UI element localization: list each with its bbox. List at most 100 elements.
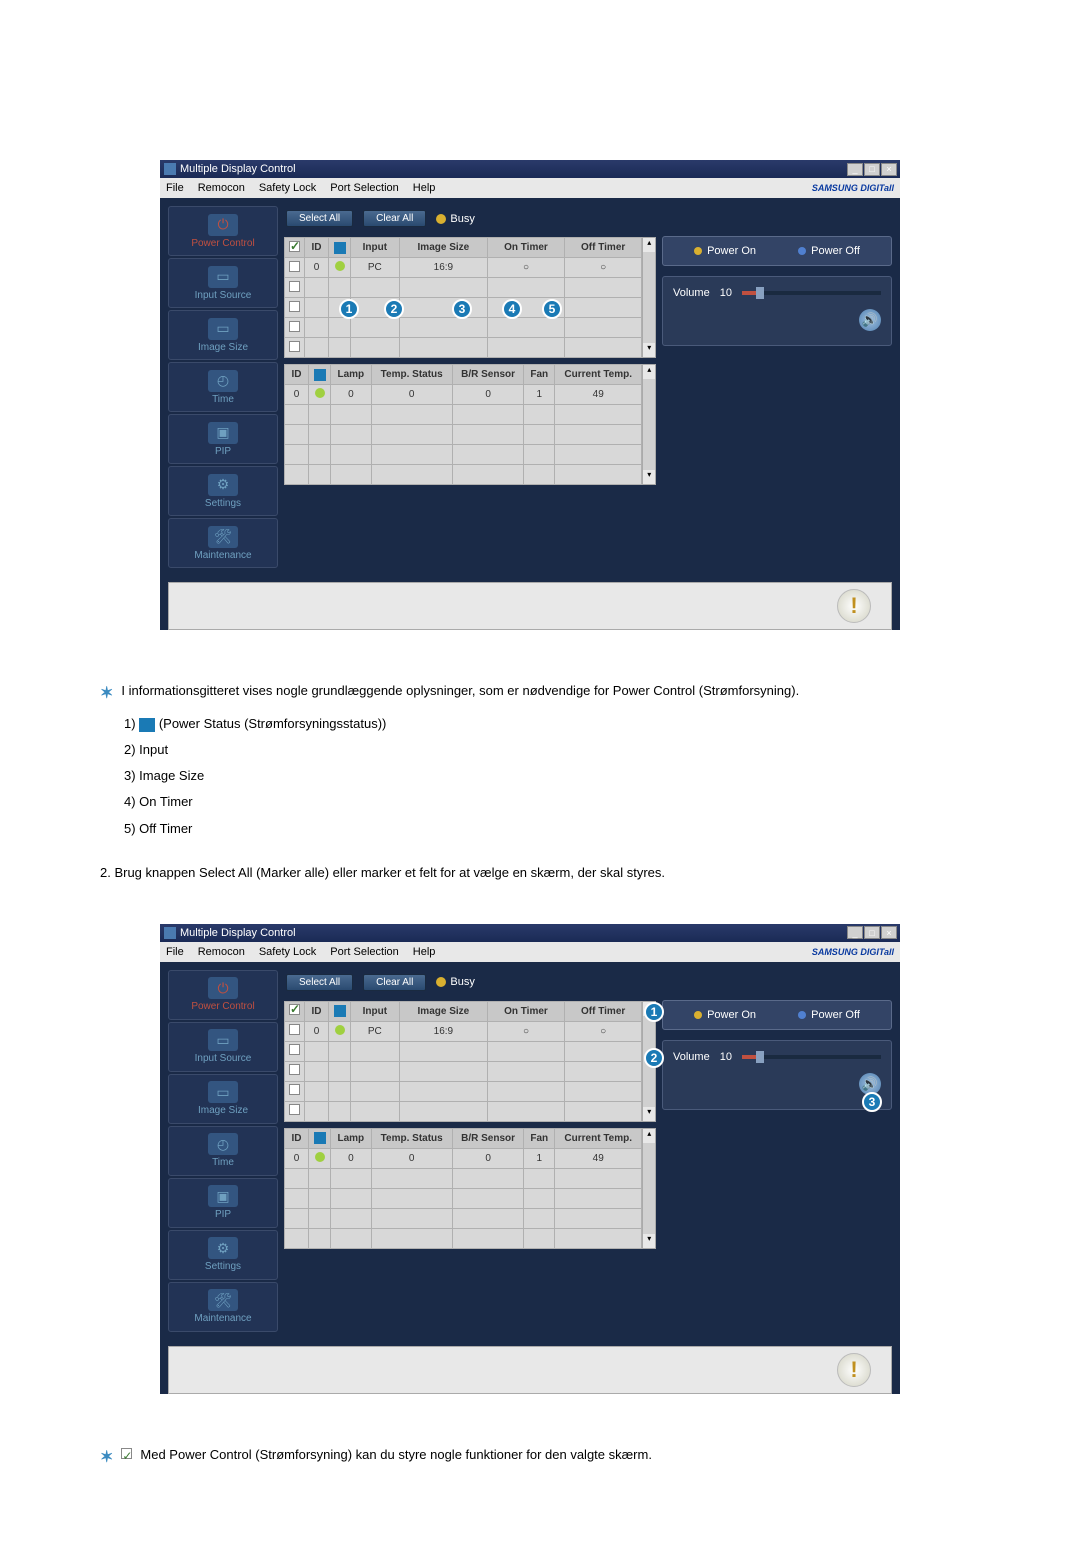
- menu-file[interactable]: File: [166, 946, 184, 958]
- power-status-icon: [139, 718, 155, 732]
- sidebar-item-label: Maintenance: [194, 550, 251, 561]
- close-icon[interactable]: ×: [881, 926, 897, 939]
- app-window: Multiple Display Control _ □ × File Remo…: [160, 160, 900, 630]
- power-status-dot: [335, 1025, 345, 1035]
- busy-label: Busy: [450, 976, 474, 988]
- table-row[interactable]: [285, 1061, 642, 1081]
- sidebar-item-settings[interactable]: ⚙Settings: [168, 1230, 278, 1280]
- table-row[interactable]: [285, 338, 642, 358]
- volume-slider[interactable]: [742, 1055, 881, 1059]
- sidebar-item-input-source[interactable]: ▭Input Source: [168, 1022, 278, 1072]
- gear-icon: ⚙: [208, 1237, 238, 1259]
- scrollbar[interactable]: ▴▾: [642, 237, 656, 358]
- col-temp-status: Temp. Status: [371, 365, 452, 385]
- table-row[interactable]: [285, 1101, 642, 1121]
- col-current-temp: Current Temp.: [555, 365, 642, 385]
- sidebar-item-time[interactable]: ◴Time: [168, 1126, 278, 1176]
- table-row[interactable]: [285, 1228, 642, 1248]
- menu-port-selection[interactable]: Port Selection: [330, 946, 398, 958]
- row-checkbox[interactable]: [289, 261, 300, 272]
- col-id: ID: [305, 238, 329, 258]
- sidebar-item-pip[interactable]: ▣PIP: [168, 1178, 278, 1228]
- window-title: Multiple Display Control: [180, 163, 847, 175]
- close-icon[interactable]: ×: [881, 163, 897, 176]
- callout-badge-2: 2: [384, 299, 404, 319]
- menu-help[interactable]: Help: [413, 182, 436, 194]
- menu-remocon[interactable]: Remocon: [198, 182, 245, 194]
- sidebar-item-settings[interactable]: ⚙Settings: [168, 466, 278, 516]
- power-on-button[interactable]: Power On: [694, 1009, 756, 1021]
- busy-label: Busy: [450, 213, 474, 225]
- power-status-dot: [315, 388, 325, 398]
- menu-bar: File Remocon Safety Lock Port Selection …: [160, 942, 900, 962]
- col-image-size: Image Size: [399, 238, 487, 258]
- sidebar-item-image-size[interactable]: ▭Image Size: [168, 310, 278, 360]
- maximize-icon[interactable]: □: [864, 163, 880, 176]
- pip-icon: ▣: [208, 422, 238, 444]
- power-on-dot-icon: [694, 1011, 702, 1019]
- row-checkbox[interactable]: [289, 1024, 300, 1035]
- sidebar-item-power-control[interactable]: ⏻Power Control: [168, 970, 278, 1020]
- table-row[interactable]: [285, 318, 642, 338]
- sidebar-item-time[interactable]: ◴Time: [168, 362, 278, 412]
- maximize-icon[interactable]: □: [864, 926, 880, 939]
- menu-help[interactable]: Help: [413, 946, 436, 958]
- table-row[interactable]: [285, 425, 642, 445]
- select-all-button[interactable]: Select All: [286, 210, 353, 227]
- table-row[interactable]: [285, 1168, 642, 1188]
- clear-all-button[interactable]: Clear All: [363, 210, 426, 227]
- col-checkbox[interactable]: [285, 238, 305, 258]
- table-row[interactable]: 0 PC 16:9 ○ ○: [285, 1021, 642, 1041]
- volume-slider[interactable]: [742, 291, 881, 295]
- menu-port-selection[interactable]: Port Selection: [330, 182, 398, 194]
- power-off-button[interactable]: Power Off: [798, 1009, 860, 1021]
- clear-all-button[interactable]: Clear All: [363, 974, 426, 991]
- volume-box: Volume 10 🔊: [662, 1040, 892, 1110]
- minimize-icon[interactable]: _: [847, 163, 863, 176]
- power-box: Power On Power Off: [662, 1000, 892, 1030]
- callout-badge-2: 2: [644, 1048, 664, 1068]
- table-row[interactable]: [285, 445, 642, 465]
- col-lamp: Lamp: [331, 365, 372, 385]
- speaker-icon[interactable]: 🔊: [859, 309, 881, 331]
- table-row[interactable]: [285, 1188, 642, 1208]
- busy-dot-icon: [436, 214, 446, 224]
- scrollbar[interactable]: ▴▾: [642, 1128, 656, 1249]
- sidebar-item-maintenance[interactable]: 🛠Maintenance: [168, 518, 278, 568]
- minimize-icon[interactable]: _: [847, 926, 863, 939]
- power-on-dot-icon: [694, 247, 702, 255]
- table-row[interactable]: [285, 1208, 642, 1228]
- sidebar-item-power-control[interactable]: ⏻Power Control: [168, 206, 278, 256]
- volume-box: Volume 10 🔊: [662, 276, 892, 346]
- table-row[interactable]: [285, 278, 642, 298]
- power-status-dot: [335, 261, 345, 271]
- table-row[interactable]: [285, 1081, 642, 1101]
- app-icon: [164, 927, 176, 939]
- info-icon: !: [837, 1353, 871, 1387]
- table-row[interactable]: 0 0 0 0 1 49: [285, 1148, 642, 1168]
- select-all-button[interactable]: Select All: [286, 974, 353, 991]
- menu-remocon[interactable]: Remocon: [198, 946, 245, 958]
- power-on-button[interactable]: Power On: [694, 245, 756, 257]
- screenshot-1: Multiple Display Control _ □ × File Remo…: [160, 160, 920, 630]
- sidebar-item-image-size[interactable]: ▭Image Size: [168, 1074, 278, 1124]
- power-icon: ⏻: [208, 214, 238, 236]
- menu-safety-lock[interactable]: Safety Lock: [259, 182, 316, 194]
- sidebar-item-maintenance[interactable]: 🛠Maintenance: [168, 1282, 278, 1332]
- scrollbar[interactable]: ▴▾: [642, 364, 656, 485]
- menu-safety-lock[interactable]: Safety Lock: [259, 946, 316, 958]
- volume-label: Volume: [673, 1051, 710, 1063]
- image-size-icon: ▭: [208, 1081, 238, 1103]
- sidebar-item-input-source[interactable]: ▭Input Source: [168, 258, 278, 308]
- power-off-button[interactable]: Power Off: [798, 245, 860, 257]
- table-row[interactable]: [285, 1041, 642, 1061]
- table-row[interactable]: [285, 405, 642, 425]
- col-id: ID: [285, 365, 309, 385]
- sidebar-item-pip[interactable]: ▣PIP: [168, 414, 278, 464]
- table-row[interactable]: 0 PC 16:9 ○ ○: [285, 258, 642, 278]
- menu-file[interactable]: File: [166, 182, 184, 194]
- header-checkbox[interactable]: [289, 1004, 300, 1015]
- power-status-dot: [315, 1152, 325, 1162]
- table-row[interactable]: [285, 465, 642, 485]
- table-row[interactable]: 0 0 0 0 1 49: [285, 385, 642, 405]
